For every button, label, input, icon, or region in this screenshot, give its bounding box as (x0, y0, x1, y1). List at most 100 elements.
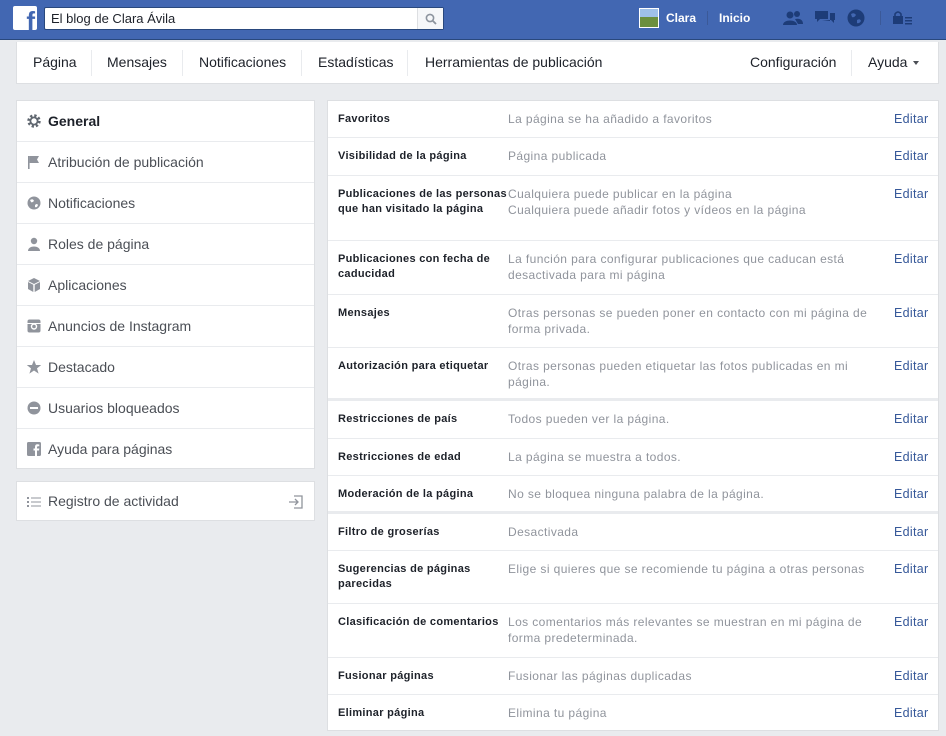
edit-link[interactable]: Editar (894, 486, 928, 502)
sidebar-item-label: Anuncios de Instagram (48, 318, 192, 334)
setting-description: Otras personas pueden etiquetar las foto… (508, 359, 849, 389)
edit-link[interactable]: Editar (894, 111, 928, 127)
notifications-globe-icon[interactable] (845, 9, 867, 27)
search-button[interactable] (417, 8, 443, 29)
sidebar-item-label: Usuarios bloqueados (48, 400, 180, 416)
edit-link[interactable]: Editar (894, 305, 928, 321)
tab-mensajes[interactable]: Mensajes (107, 42, 167, 83)
sidebar-item-ayuda[interactable]: Ayuda para páginas (17, 429, 314, 470)
edit-link[interactable]: Editar (894, 148, 928, 164)
setting-row-moderacion: Moderación de la página No se bloquea ni… (328, 476, 938, 514)
setting-row-favoritos: Favoritos La página se ha añadido a favo… (328, 101, 938, 138)
edit-link[interactable]: Editar (894, 186, 928, 202)
edit-link[interactable]: Editar (894, 668, 928, 684)
setting-row-publicaciones-visitantes: Publicaciones de las personas que han vi… (328, 176, 938, 241)
setting-row-groserias: Filtro de groserías Desactivada Editar (328, 514, 938, 551)
sidebar-item-notificaciones[interactable]: Notificaciones (17, 183, 314, 224)
activity-log-item[interactable]: Registro de actividad (16, 481, 315, 521)
edit-link[interactable]: Editar (894, 614, 928, 630)
setting-name: Moderación de la página (338, 488, 474, 500)
general-settings-panel: Favoritos La página se ha añadido a favo… (327, 100, 939, 731)
setting-name: Visibilidad de la página (338, 150, 467, 162)
facebook-logo-icon[interactable]: f (13, 6, 37, 30)
setting-description: No se bloquea ninguna palabra de la pági… (508, 487, 765, 501)
setting-name: Sugerencias de páginas parecidas (338, 563, 471, 590)
messages-icon[interactable] (814, 9, 836, 27)
sidebar-item-label: Destacado (48, 359, 115, 375)
divider (707, 11, 708, 25)
search-icon (425, 13, 437, 25)
setting-description: Todos pueden ver la página. (508, 412, 670, 426)
setting-row-comentarios: Clasificación de comentarios Los comenta… (328, 604, 938, 658)
tab-herramientas[interactable]: Herramientas de publicación (425, 42, 602, 83)
page-nav-bar: Página Mensajes Notificaciones Estadísti… (16, 42, 939, 84)
blocked-icon (26, 400, 42, 416)
setting-description: Otras personas se pueden poner en contac… (508, 306, 868, 336)
sidebar-item-destacado[interactable]: Destacado (17, 347, 314, 388)
edit-link[interactable]: Editar (894, 358, 928, 374)
avatar[interactable] (639, 8, 659, 28)
setting-description: Elimina tu página (508, 706, 607, 720)
sidebar-item-label: Aplicaciones (48, 277, 127, 293)
sidebar-item-label: General (48, 113, 101, 129)
setting-name: Fusionar páginas (338, 670, 434, 682)
sidebar-item-label: Roles de página (48, 236, 150, 252)
setting-name: Favoritos (338, 113, 391, 125)
divider (301, 50, 302, 76)
chevron-down-icon (913, 61, 920, 66)
edit-link[interactable]: Editar (894, 705, 928, 721)
edit-link[interactable]: Editar (894, 524, 928, 540)
home-link[interactable]: Inicio (719, 10, 750, 26)
logo-letter: f (26, 6, 35, 30)
divider (851, 50, 852, 76)
setting-name: Autorización para etiquetar (338, 360, 489, 372)
open-external-icon[interactable] (288, 494, 304, 510)
star-icon (26, 359, 42, 375)
setting-row-edad: Restricciones de edad La página se muest… (328, 439, 938, 476)
tab-notificaciones[interactable]: Notificaciones (199, 42, 286, 83)
setting-name: Mensajes (338, 307, 390, 319)
tab-pagina[interactable]: Página (33, 42, 77, 83)
sidebar-item-label: Ayuda para páginas (48, 441, 173, 457)
settings-lock-icon[interactable] (892, 9, 914, 27)
friend-requests-icon[interactable] (782, 9, 804, 27)
sidebar-item-general[interactable]: General (17, 101, 314, 142)
edit-link[interactable]: Editar (894, 411, 928, 427)
sidebar-item-roles[interactable]: Roles de página (17, 224, 314, 265)
divider (91, 50, 92, 76)
sidebar-item-instagram[interactable]: Anuncios de Instagram (17, 306, 314, 347)
search-input[interactable] (45, 8, 417, 29)
setting-description: Página publicada (508, 149, 607, 163)
divider (880, 11, 881, 25)
flag-icon (26, 154, 42, 170)
setting-row-sugerencias: Sugerencias de páginas parecidas Elige s… (328, 551, 938, 604)
setting-row-fusionar: Fusionar páginas Fusionar las páginas du… (328, 658, 938, 695)
setting-row-pais: Restricciones de país Todos pueden ver l… (328, 401, 938, 439)
setting-name: Restricciones de edad (338, 451, 462, 463)
tab-configuracion[interactable]: Configuración (750, 42, 836, 83)
tab-estadisticas[interactable]: Estadísticas (318, 42, 393, 83)
activity-log-label: Registro de actividad (48, 493, 179, 509)
cube-icon (26, 277, 42, 293)
setting-row-mensajes: Mensajes Otras personas se pueden poner … (328, 295, 938, 348)
edit-link[interactable]: Editar (894, 251, 928, 267)
sidebar-item-atribucion[interactable]: Atribución de publicación (17, 142, 314, 183)
sidebar-item-label: Notificaciones (48, 195, 136, 211)
facebook-icon (26, 441, 42, 457)
setting-name: Publicaciones con fecha de caducidad (338, 253, 491, 280)
setting-row-etiquetar: Autorización para etiquetar Otras person… (328, 348, 938, 401)
edit-link[interactable]: Editar (894, 449, 928, 465)
profile-link[interactable]: Clara (666, 10, 696, 26)
sidebar-item-aplicaciones[interactable]: Aplicaciones (17, 265, 314, 306)
setting-description: La función para configurar publicaciones… (508, 252, 845, 282)
settings-sidebar: General Atribución de publicación Notifi… (16, 100, 315, 469)
divider (182, 50, 183, 76)
instagram-icon (26, 318, 42, 334)
setting-description: Elige si quieres que se recomiende tu pá… (508, 562, 865, 576)
setting-name: Eliminar página (338, 707, 425, 719)
help-dropdown[interactable]: Ayuda (868, 42, 920, 83)
globe-icon (26, 195, 42, 211)
sidebar-item-bloqueados[interactable]: Usuarios bloqueados (17, 388, 314, 429)
search-box (44, 7, 444, 30)
edit-link[interactable]: Editar (894, 561, 928, 577)
